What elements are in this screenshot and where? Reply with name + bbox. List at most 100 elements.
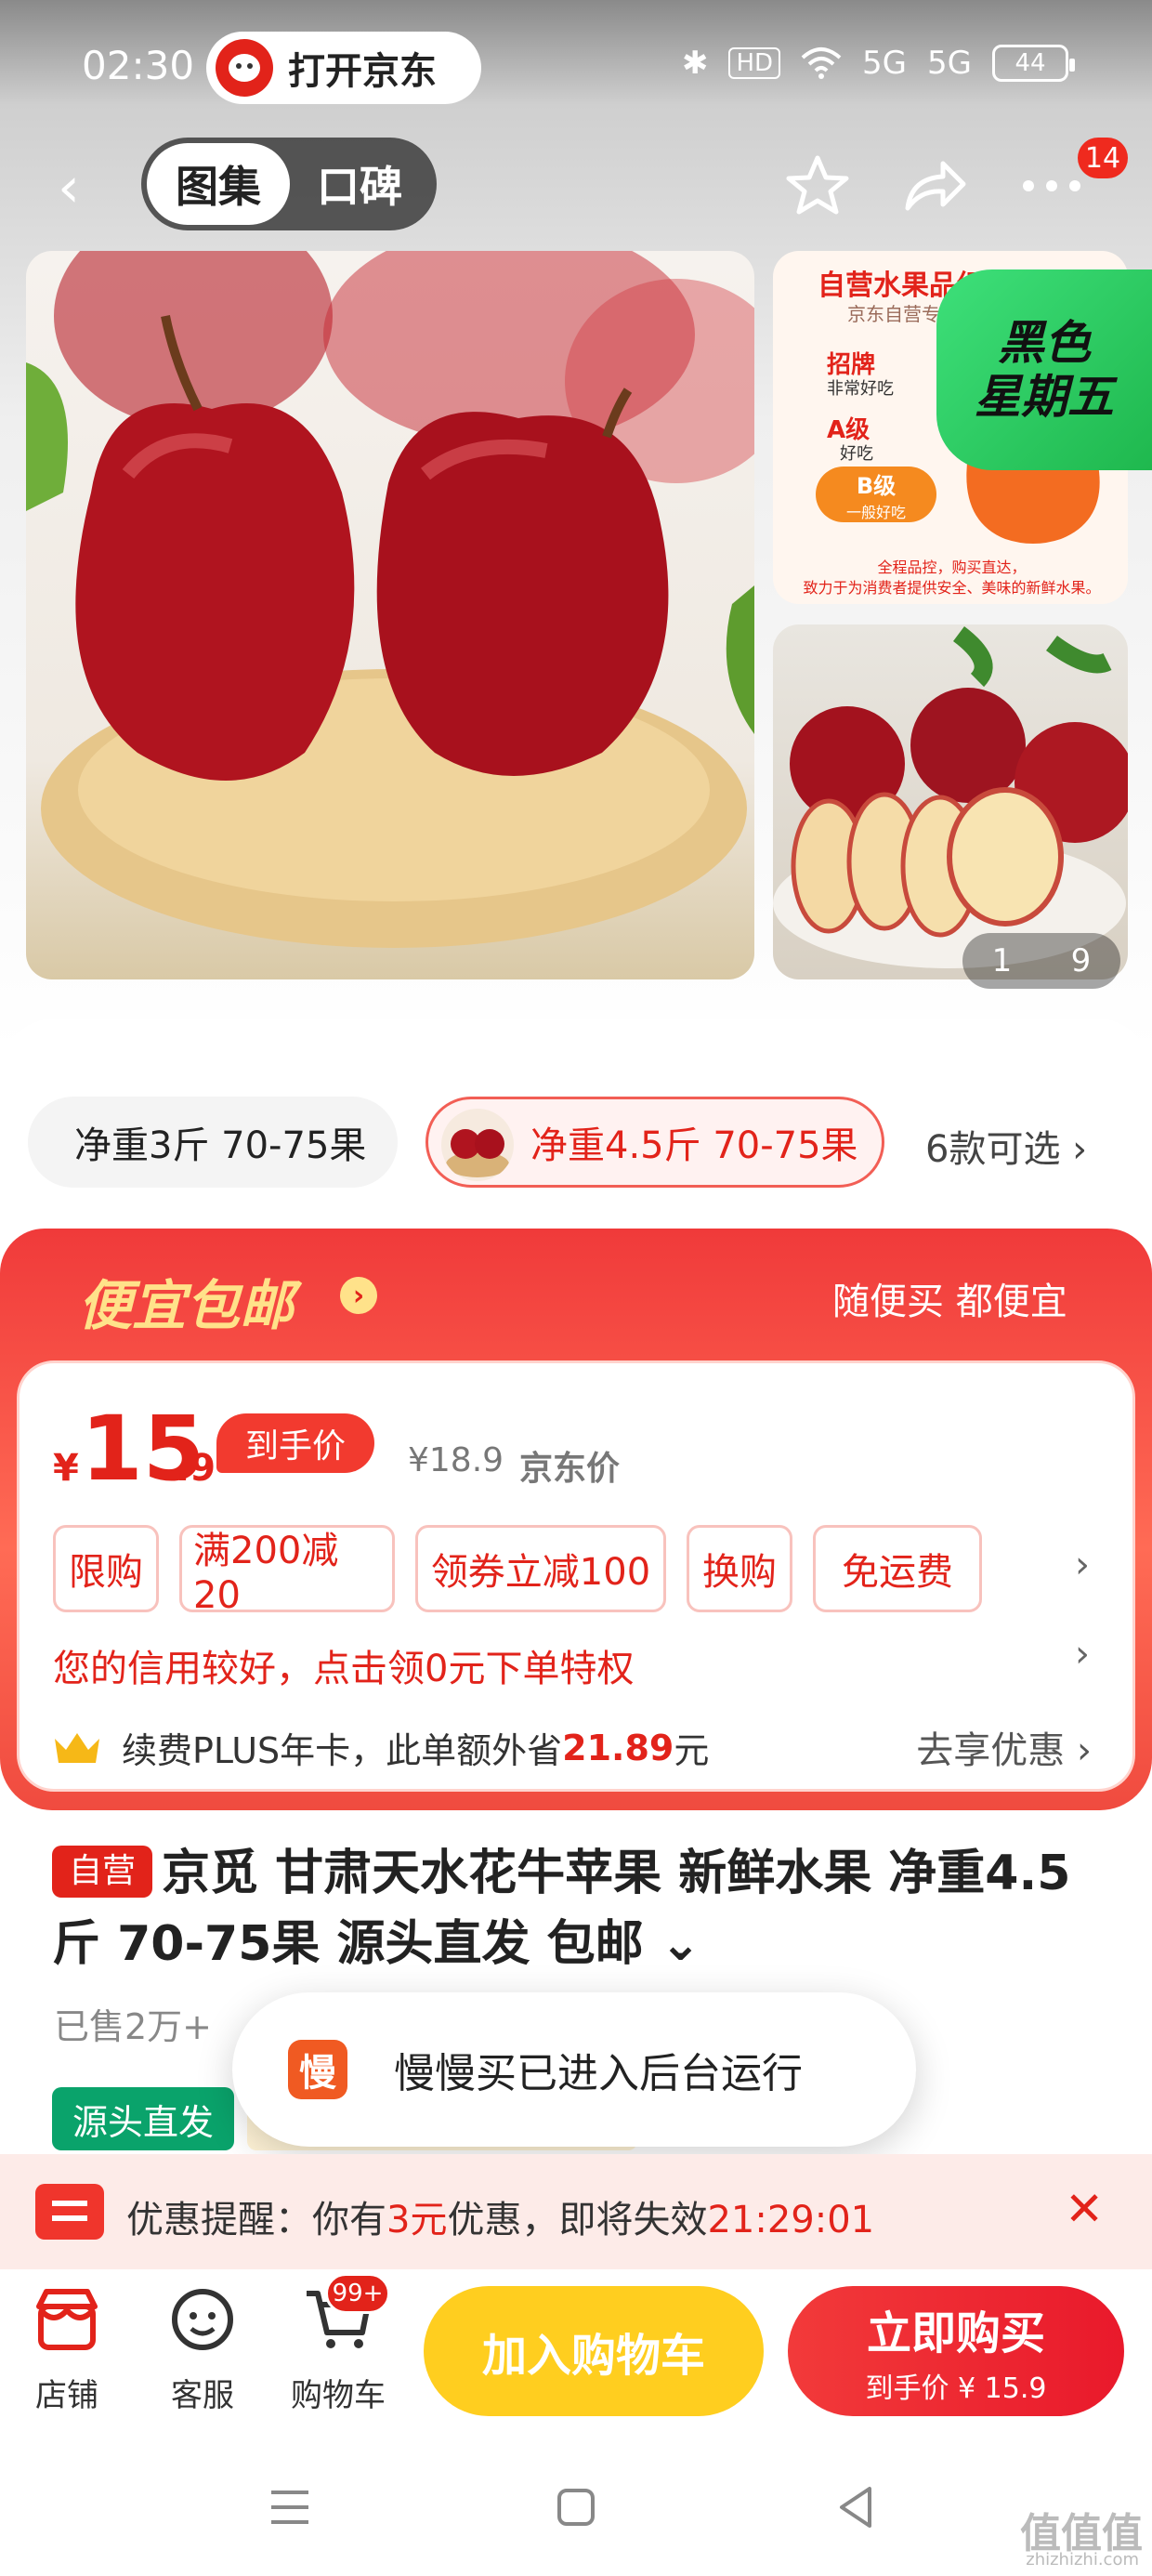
customer-service-icon bbox=[172, 2289, 233, 2350]
tab-reviews[interactable]: 口碑 bbox=[290, 143, 429, 225]
final-price-badge: 到手价 bbox=[216, 1413, 374, 1473]
background-running-toast: 慢 慢慢买已进入后台运行 bbox=[232, 1992, 916, 2147]
price-currency: ¥ bbox=[53, 1447, 79, 1490]
close-icon[interactable]: ✕ bbox=[1065, 2182, 1104, 2236]
more-variants-link[interactable]: 6款可选 › bbox=[925, 1119, 1087, 1173]
signal-icon-1: 5G bbox=[862, 45, 908, 82]
back-triangle-icon[interactable] bbox=[829, 2479, 884, 2535]
buy-now-button[interactable]: 立即购买 到手价 ¥ 15.9 bbox=[788, 2286, 1124, 2416]
coupon-middle: 优惠，即将失效 bbox=[447, 2199, 708, 2241]
tag-free-shipping[interactable]: 免运费 bbox=[813, 1525, 982, 1612]
promo-title[interactable]: 便宜包邮 bbox=[78, 1262, 294, 1340]
tab-gallery[interactable]: 图集 bbox=[147, 143, 290, 225]
credit-privilege-link[interactable]: 您的信用较好，点击领0元下单特权 bbox=[53, 1638, 634, 1692]
black-friday-line-2: 星期五 bbox=[975, 370, 1114, 424]
image-counter: 1 9 bbox=[962, 933, 1120, 989]
chevron-right-icon[interactable]: › bbox=[340, 1277, 377, 1314]
share-icon[interactable] bbox=[897, 149, 972, 223]
price-decimal: .9 bbox=[176, 1447, 216, 1490]
source-direct-tag: 源头直发 bbox=[52, 2087, 234, 2150]
favorite-star-icon[interactable] bbox=[780, 149, 855, 223]
image-counter-current: 1 bbox=[991, 942, 1013, 979]
chevron-right-icon[interactable]: › bbox=[1075, 1544, 1090, 1586]
toast-message: 慢慢买已进入后台运行 bbox=[394, 2050, 803, 2097]
main-product-image[interactable] bbox=[26, 251, 754, 979]
coupon-prefix: 优惠提醒：你有 bbox=[126, 2199, 386, 2241]
watermark-url: zhizhizhi.com bbox=[1026, 2550, 1139, 2569]
coupon-amount: 3元 bbox=[386, 2199, 448, 2241]
original-price: ¥18.9 bbox=[408, 1441, 504, 1479]
thumb-footer-line-1: 全程品控，购买直达， bbox=[877, 559, 1027, 576]
product-title[interactable]: 京觅 甘肃天水花牛苹果 新鲜水果 净重4.5斤 70-75果 源头直发 包邮 bbox=[52, 1846, 1070, 1972]
promo-tags: 限购 满200减20 领券立减100 换购 免运费 bbox=[53, 1525, 982, 1617]
product-title-block: 自营 京觅 甘肃天水花牛苹果 新鲜水果 净重4.5斤 70-75果 源头直发 包邮… bbox=[52, 1838, 1111, 1979]
price-box: ¥ 15 .9 到手价 ¥18.9 京东价 限购 满200减20 领券立减100… bbox=[17, 1360, 1135, 1792]
open-jd-app-button[interactable]: 打开京东 bbox=[206, 32, 481, 104]
plus-prefix: 续费PLUS年卡，此单额外省 bbox=[122, 1730, 563, 1771]
self-operated-badge: 自营 bbox=[52, 1846, 152, 1898]
plus-suffix: 元 bbox=[674, 1730, 710, 1771]
coupon-reminder-bar[interactable]: 优惠提醒：你有3元优惠，即将失效21:29:01 ✕ bbox=[0, 2154, 1152, 2269]
customer-service-label: 客服 bbox=[171, 2377, 234, 2414]
expand-title-icon[interactable]: ⌄ bbox=[644, 1916, 701, 1972]
bluetooth-icon: ✱ bbox=[681, 45, 709, 82]
store-label: 店铺 bbox=[35, 2377, 98, 2414]
home-icon[interactable] bbox=[548, 2479, 604, 2535]
buy-now-label: 立即购买 bbox=[866, 2307, 1045, 2359]
thumb-footer: 全程品控，购买直达， 致力于为消费者提供安全、美味的新鲜水果。 bbox=[792, 558, 1112, 598]
variant-label: 净重3斤 70-75果 bbox=[74, 1124, 367, 1167]
customer-service-button[interactable]: 客服 bbox=[147, 2282, 258, 2415]
promo-slogan: 随便买 都便宜 bbox=[832, 1281, 1067, 1323]
manmanmai-app-icon: 慢 bbox=[288, 2040, 347, 2099]
cart-label: 购物车 bbox=[291, 2377, 386, 2414]
variant-selector: 净重3斤 70-75果 净重4.5斤 70-75果 6款可选 › bbox=[0, 1097, 1152, 1189]
chevron-right-icon[interactable]: › bbox=[1075, 1633, 1090, 1676]
sliced-apple-photo bbox=[773, 626, 1128, 968]
store-button[interactable]: 店铺 bbox=[11, 2282, 123, 2415]
open-jd-app-label: 打开京东 bbox=[288, 50, 437, 93]
tag-discount[interactable]: 满200减20 bbox=[179, 1525, 395, 1617]
variant-chip-3jin[interactable]: 净重3斤 70-75果 bbox=[28, 1097, 398, 1188]
wifi-icon bbox=[801, 47, 842, 79]
add-to-cart-button[interactable]: 加入购物车 bbox=[424, 2286, 764, 2416]
coupon-icon bbox=[35, 2184, 104, 2240]
crown-icon bbox=[55, 1732, 99, 1763]
plus-offer-link[interactable]: 去享优惠 › bbox=[916, 1720, 1092, 1774]
system-navigation-bar bbox=[0, 2440, 1152, 2576]
tag-coupon[interactable]: 领券立减100 bbox=[415, 1525, 666, 1612]
plus-membership-row[interactable]: 续费PLUS年卡，此单额外省 21.89 元 bbox=[53, 1722, 709, 1773]
status-bar: 02:30 打开京东 ✱ HD 5G 5G 44 bbox=[0, 0, 1152, 139]
hd-icon: HD bbox=[728, 47, 781, 79]
thumb-footer-line-2: 致力于为消费者提供安全、美味的新鲜水果。 bbox=[803, 579, 1101, 597]
sold-count: 已售2万+ bbox=[54, 2006, 213, 2047]
grade-a-sub: 好吃 bbox=[840, 444, 873, 464]
promo-card: 便宜包邮 › 随便买 都便宜 ¥ 15 .9 到手价 ¥18.9 京东价 限购 … bbox=[0, 1229, 1152, 1810]
variant-thumbnail bbox=[441, 1109, 514, 1181]
nav-bar: ‹ 图集 口碑 14 bbox=[0, 138, 1152, 240]
signal-icon-2: 5G bbox=[927, 45, 972, 82]
view-switcher: 图集 口碑 bbox=[141, 138, 437, 230]
jd-logo-icon bbox=[216, 39, 273, 97]
thumbnail-sliced-apples[interactable] bbox=[773, 624, 1128, 979]
buy-now-price: 到手价 ¥ 15.9 bbox=[865, 2372, 1047, 2405]
tag-purchase-limit[interactable]: 限购 bbox=[53, 1525, 159, 1612]
back-icon[interactable]: ‹ bbox=[58, 160, 104, 216]
black-friday-line-1: 黑色 bbox=[998, 316, 1091, 370]
black-friday-badge[interactable]: 黑色 星期五 bbox=[936, 269, 1152, 470]
coupon-countdown: 21:29:01 bbox=[707, 2199, 875, 2241]
grade-b-badge: B级 一般好吃 bbox=[816, 467, 936, 522]
tag-exchange[interactable]: 换购 bbox=[687, 1525, 792, 1612]
status-time: 02:30 bbox=[82, 43, 195, 88]
store-icon bbox=[36, 2289, 98, 2350]
apple-photo bbox=[26, 251, 754, 948]
grade-top-sub: 非常好吃 bbox=[827, 379, 894, 399]
message-count-badge: 14 bbox=[1078, 138, 1128, 178]
grade-b-sub: 一般好吃 bbox=[845, 503, 906, 521]
battery-icon: 44 bbox=[992, 45, 1075, 82]
plus-saving-amount: 21.89 bbox=[562, 1727, 674, 1768]
variant-chip-4-5jin[interactable]: 净重4.5斤 70-75果 bbox=[425, 1097, 884, 1188]
image-counter-total: 9 bbox=[1070, 942, 1092, 979]
grade-b-label: B级 bbox=[856, 472, 897, 499]
menu-icon[interactable] bbox=[262, 2479, 318, 2535]
original-price-label: 京东价 bbox=[519, 1450, 621, 1488]
